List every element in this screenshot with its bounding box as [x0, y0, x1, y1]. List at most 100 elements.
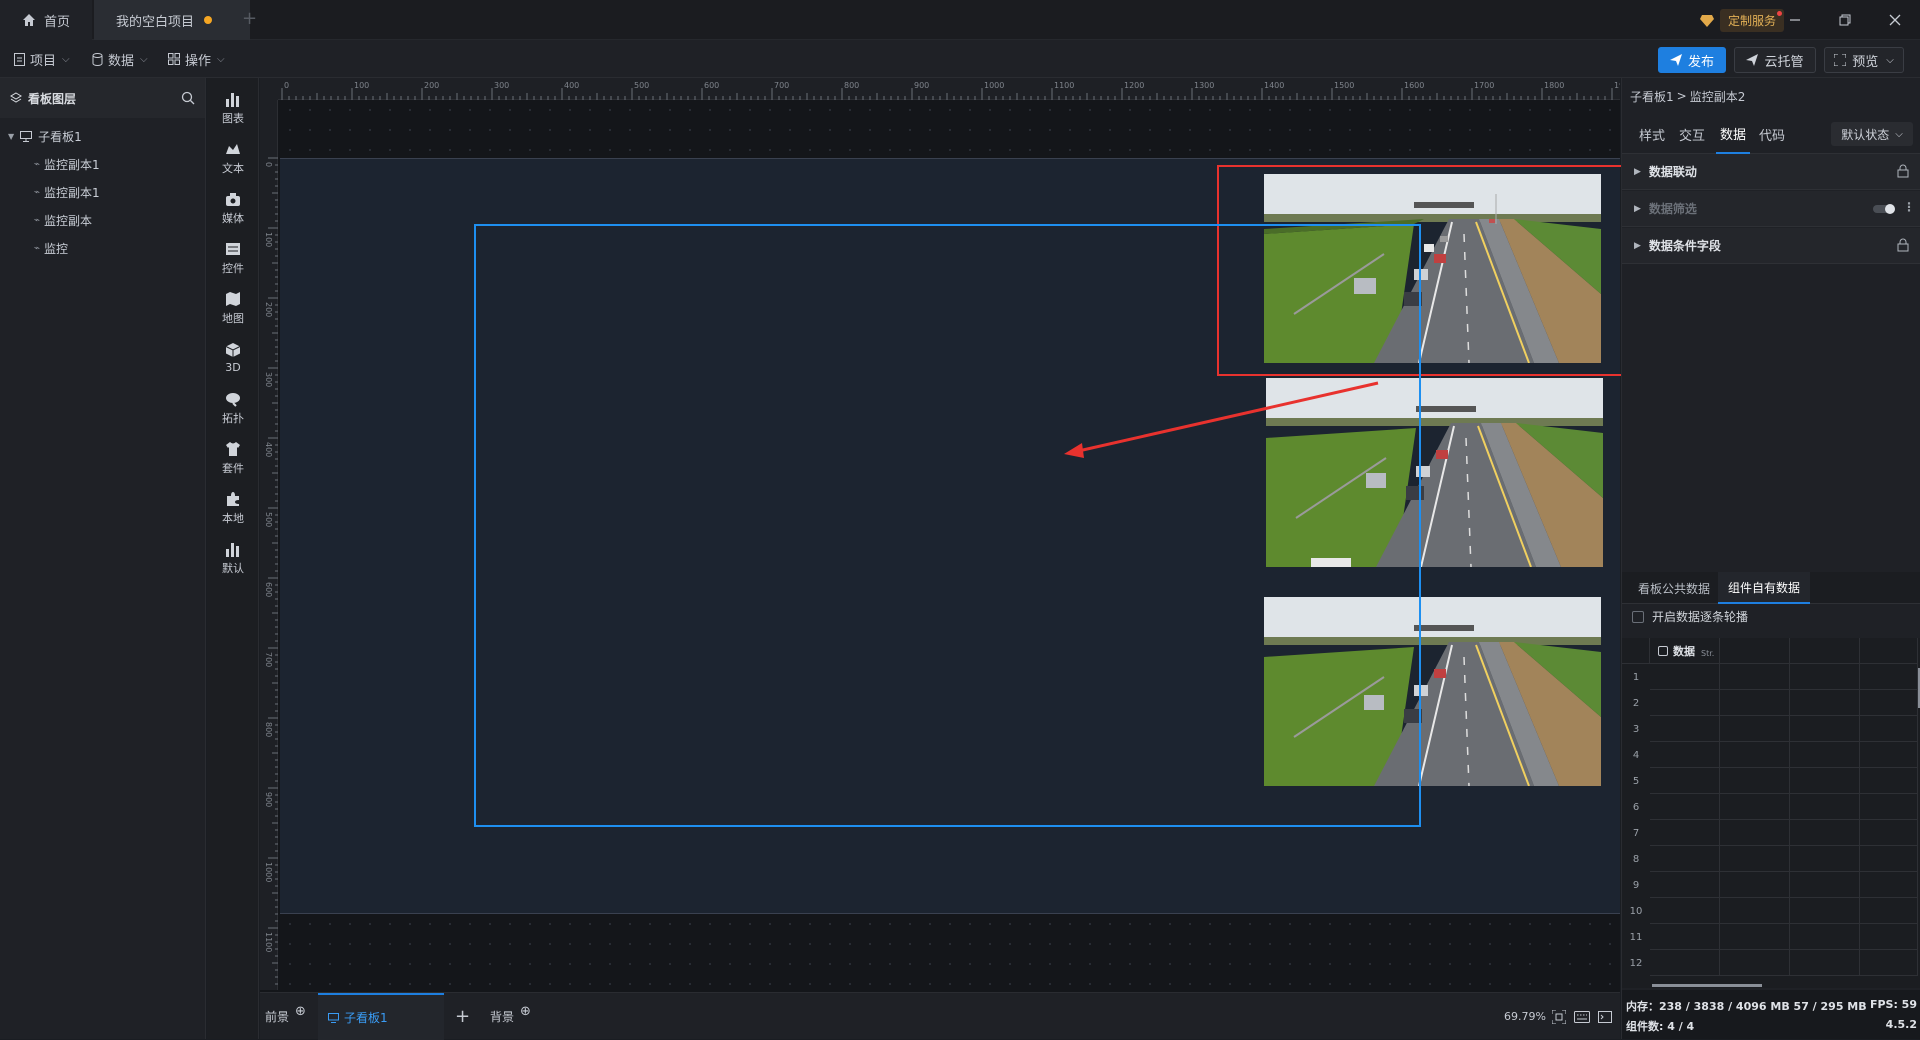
tool-chart[interactable]: 图表: [207, 83, 259, 133]
cloud-hosting-button[interactable]: 云托管: [1734, 47, 1816, 73]
grid-cell[interactable]: [1650, 742, 1720, 768]
grid-cell[interactable]: [1720, 690, 1790, 716]
keyboard-icon[interactable]: [1574, 993, 1590, 1040]
search-icon[interactable]: [181, 91, 195, 105]
section-condition-field[interactable]: ▶ 数据条件字段: [1622, 228, 1920, 264]
tool-local[interactable]: 本地: [207, 483, 259, 533]
tool-default[interactable]: 默认: [207, 533, 259, 583]
lock-icon[interactable]: [1897, 238, 1909, 252]
grid-cell[interactable]: [1790, 846, 1860, 872]
grid-cell[interactable]: [1720, 872, 1790, 898]
grid-cell[interactable]: [1860, 768, 1918, 794]
ruler-top[interactable]: 0 100 200 300 400 500 600 700 800 900 1000 1100 1200…: [278, 78, 1620, 100]
grid-cell[interactable]: [1790, 872, 1860, 898]
grid-cell[interactable]: [1650, 924, 1720, 950]
layer-tab-foreground[interactable]: 前景 ⊕: [265, 993, 306, 1040]
tab-home[interactable]: 首页: [0, 0, 92, 40]
layer-item[interactable]: ⌁ 监控副本1: [0, 150, 205, 178]
ruler-left[interactable]: 0 100 200 300 400 500 600 700 800 900 1000 1100: [260, 100, 278, 990]
grid-cell[interactable]: [1650, 898, 1720, 924]
grid-header-cell[interactable]: 数据 Str.: [1650, 638, 1720, 664]
grid-cell[interactable]: [1860, 820, 1918, 846]
layer-root[interactable]: ▼ 子看板1: [0, 122, 205, 150]
grid-cell[interactable]: [1720, 820, 1790, 846]
section-data-filter[interactable]: ▶ 数据筛选 ⋮: [1622, 191, 1920, 227]
tab-own-data[interactable]: 组件自有数据: [1718, 572, 1811, 604]
more-icon[interactable]: ⋮: [1903, 200, 1915, 214]
grid-cell[interactable]: [1790, 794, 1860, 820]
close-button[interactable]: [1872, 0, 1918, 40]
tab-code[interactable]: 代码: [1756, 114, 1788, 154]
tab-data[interactable]: 数据: [1716, 114, 1750, 154]
grid-cell[interactable]: [1790, 924, 1860, 950]
layer-tab-background[interactable]: 背景 ⊕: [490, 993, 531, 1040]
grid-cell[interactable]: [1860, 924, 1918, 950]
grid-cell[interactable]: [1860, 664, 1918, 690]
menu-data[interactable]: 数据 ⌵: [92, 40, 148, 78]
grid-cell[interactable]: [1860, 794, 1918, 820]
add-tab-button[interactable]: +: [242, 8, 257, 29]
zoom-level[interactable]: 69.79%: [1504, 993, 1546, 1040]
grid-cell[interactable]: [1720, 716, 1790, 742]
tool-map[interactable]: 地图: [207, 283, 259, 333]
layer-item[interactable]: ⌁ 监控副本: [0, 206, 205, 234]
tool-media[interactable]: 媒体: [207, 183, 259, 233]
grid-cell[interactable]: [1790, 664, 1860, 690]
grid-cell[interactable]: [1650, 690, 1720, 716]
layer-item[interactable]: ⌁ 监控: [0, 234, 205, 262]
tab-style[interactable]: 样式: [1636, 114, 1668, 154]
restore-button[interactable]: [1822, 0, 1868, 40]
grid-cell[interactable]: [1790, 768, 1860, 794]
state-select[interactable]: 默认状态 ⌵: [1831, 122, 1913, 146]
tool-3d[interactable]: 3D: [207, 333, 259, 383]
grid-cell[interactable]: [1650, 664, 1720, 690]
add-circle-icon[interactable]: ⊕: [520, 1004, 531, 1019]
fit-screen-icon[interactable]: [1552, 993, 1566, 1040]
grid-cell[interactable]: [1650, 872, 1720, 898]
tab-interaction[interactable]: 交互: [1676, 114, 1708, 154]
carousel-checkbox[interactable]: 开启数据逐条轮播: [1632, 608, 1748, 625]
grid-cell[interactable]: [1720, 898, 1790, 924]
grid-cell[interactable]: [1720, 846, 1790, 872]
grid-cell[interactable]: [1720, 742, 1790, 768]
grid-cell[interactable]: [1790, 898, 1860, 924]
tab-project[interactable]: 我的空白项目: [94, 0, 250, 40]
grid-cell[interactable]: [1720, 664, 1790, 690]
grid-cell[interactable]: [1650, 716, 1720, 742]
grid-cell[interactable]: [1650, 950, 1720, 976]
menu-project[interactable]: 项目 ⌵: [14, 40, 70, 78]
grid-header-empty[interactable]: [1720, 638, 1790, 664]
lock-icon[interactable]: [1897, 164, 1909, 178]
grid-cell[interactable]: [1790, 820, 1860, 846]
grid-cell[interactable]: [1860, 950, 1918, 976]
publish-button[interactable]: 发布: [1658, 47, 1726, 73]
grid-cell[interactable]: [1860, 846, 1918, 872]
terminal-icon[interactable]: [1598, 993, 1612, 1040]
add-circle-icon[interactable]: ⊕: [295, 1004, 306, 1019]
grid-h-scrollbar[interactable]: [1652, 984, 1762, 987]
section-data-linkage[interactable]: ▶ 数据联动: [1622, 154, 1920, 190]
grid-cell[interactable]: [1860, 742, 1918, 768]
grid-cell[interactable]: [1790, 690, 1860, 716]
grid-cell[interactable]: [1650, 794, 1720, 820]
layer-tab-board[interactable]: 子看板1: [318, 993, 444, 1040]
grid-cell[interactable]: [1790, 716, 1860, 742]
grid-cell[interactable]: [1790, 742, 1860, 768]
add-board-button[interactable]: +: [455, 993, 470, 1040]
breadcrumb-parent[interactable]: 子看板1: [1630, 88, 1674, 105]
preview-button[interactable]: 预览 ⌵: [1824, 47, 1904, 73]
grid-cell[interactable]: [1860, 716, 1918, 742]
tool-text[interactable]: 文本: [207, 133, 259, 183]
grid-header-empty[interactable]: [1790, 638, 1860, 664]
tab-public-data[interactable]: 看板公共数据: [1628, 572, 1720, 604]
grid-cell[interactable]: [1650, 820, 1720, 846]
grid-cell[interactable]: [1650, 846, 1720, 872]
grid-cell[interactable]: [1720, 950, 1790, 976]
tool-control[interactable]: 控件: [207, 233, 259, 283]
grid-cell[interactable]: [1860, 898, 1918, 924]
grid-cell[interactable]: [1790, 950, 1860, 976]
grid-cell[interactable]: [1650, 768, 1720, 794]
minimize-button[interactable]: [1772, 0, 1818, 40]
tool-topology[interactable]: 拓扑: [207, 383, 259, 433]
grid-cell[interactable]: [1720, 768, 1790, 794]
